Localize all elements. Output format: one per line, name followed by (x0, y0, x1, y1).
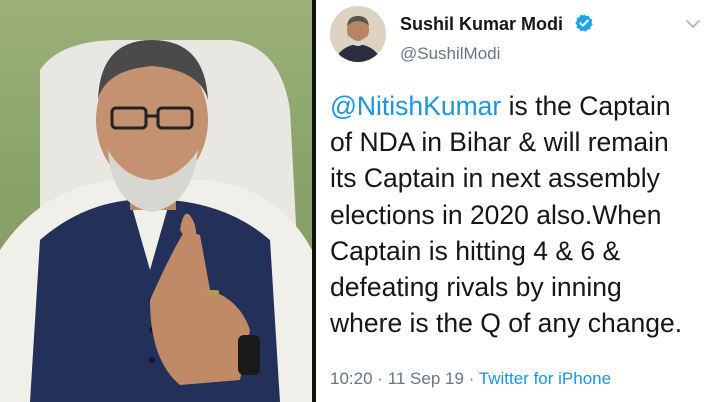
tweet-text: @NitishKumar is the Captain of NDA in Bi… (330, 88, 712, 341)
verified-badge-icon (575, 14, 593, 32)
avatar-image (330, 6, 386, 62)
mention-link[interactable]: @NitishKumar (330, 91, 501, 121)
tweet-line-6: defeating rivals by inning (330, 272, 622, 303)
tweet-line-2: of NDA in Bihar & will remain (330, 127, 669, 158)
tweet-line-1: @NitishKumar is the Captain (330, 88, 712, 124)
tweet-card: Sushil Kumar Modi @SushilModi @NitishKum… (316, 0, 715, 402)
tweet-line-3: its Captain in next assembly (330, 163, 660, 194)
tweet-line-4: elections in 2020 also.When (330, 199, 662, 230)
meta-separator: · (377, 369, 383, 388)
tweet-line-5: Captain is hitting 4 & 6 & (330, 235, 621, 266)
author-handle[interactable]: @SushilModi (400, 44, 500, 64)
tweet-time[interactable]: 10:20 (330, 369, 373, 388)
chevron-down-icon[interactable] (685, 18, 701, 30)
author-name[interactable]: Sushil Kumar Modi (400, 14, 563, 35)
speaker-photo-illustration (0, 40, 312, 402)
tweet-line-1-text: is the Captain (501, 91, 671, 121)
tweet-source-link[interactable]: Twitter for iPhone (479, 369, 611, 388)
tweet-line-7: where is the Q of any change. (330, 308, 683, 339)
meta-separator: · (468, 369, 475, 388)
avatar[interactable] (330, 6, 386, 62)
tweet-meta: 10:20 · 11 Sep 19 · Twitter for iPhone (330, 369, 611, 389)
speaker-photo (0, 0, 312, 402)
tweet-date[interactable]: 11 Sep 19 (388, 369, 464, 388)
